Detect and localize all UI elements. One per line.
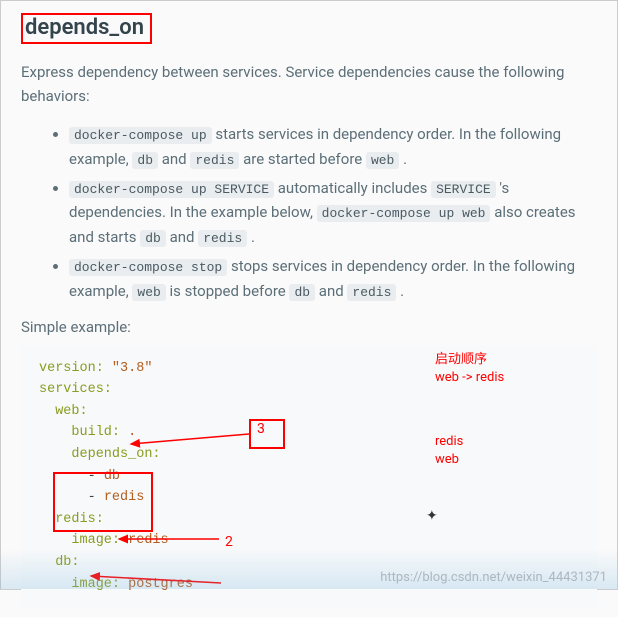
- annotation-number-2: 2: [225, 534, 233, 550]
- code-inline: docker-compose up web: [317, 205, 491, 222]
- intro-paragraph: Express dependency between services. Ser…: [21, 60, 597, 108]
- code-inline: db: [140, 230, 166, 247]
- code-inline: redis: [198, 230, 247, 247]
- code-inline: db: [289, 284, 315, 301]
- annotation-startup-order: 启动顺序 web -> redis: [435, 351, 504, 387]
- annotation-service-list: redis web: [435, 433, 463, 469]
- code-inline: redis: [190, 152, 239, 169]
- code-inline: docker-compose up SERVICE: [69, 181, 274, 198]
- cursor-icon: ✦: [426, 508, 438, 524]
- behavior-list: docker-compose up starts services in dep…: [21, 122, 597, 304]
- code-inline: docker-compose stop: [69, 259, 227, 276]
- example-label: Simple example:: [21, 318, 597, 336]
- title-highlight-box: depends_on: [21, 13, 152, 44]
- code-inline: web: [366, 152, 399, 169]
- watermark-text: https://blog.csdn.net/weixin_44431371: [380, 570, 607, 585]
- code-inline: SERVICE: [431, 181, 496, 198]
- list-item: docker-compose up starts services in dep…: [69, 122, 597, 172]
- list-item: docker-compose up SERVICE automatically …: [69, 176, 597, 250]
- page-title: depends_on: [21, 13, 597, 44]
- annotation-number-3: 3: [257, 421, 265, 437]
- list-item: docker-compose stop stops services in de…: [69, 254, 597, 304]
- code-inline: web: [132, 284, 165, 301]
- code-inline: db: [132, 152, 158, 169]
- code-inline: redis: [347, 284, 396, 301]
- yaml-code-block: version: "3.8" services: web: build: . d…: [21, 346, 597, 608]
- code-inline: docker-compose up: [69, 127, 212, 144]
